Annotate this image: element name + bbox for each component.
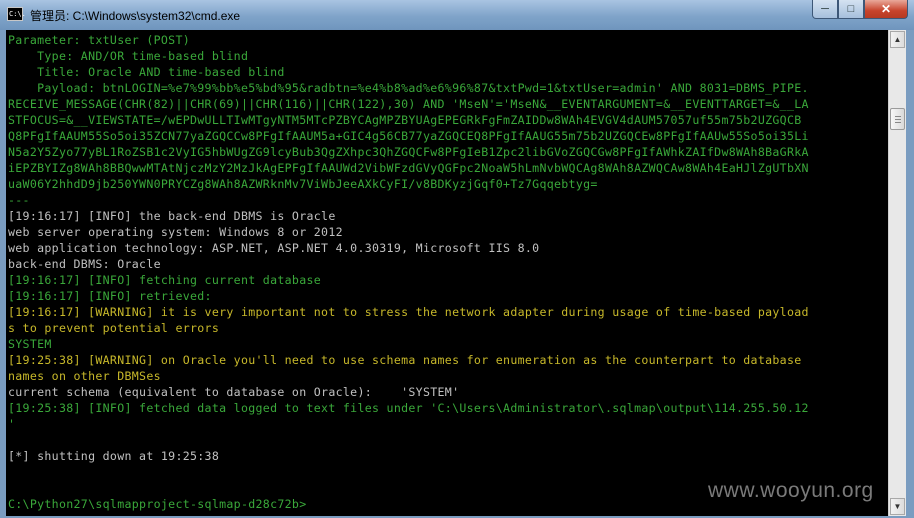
console-line: [19:16:17] [INFO] the back-end DBMS is O…	[8, 209, 336, 223]
console-line: names on other DBMSes	[8, 369, 161, 383]
cmd-window: C:\. 管理员: C:\Windows\system32\cmd.exe ─ …	[0, 0, 914, 518]
window-controls: ─ □ ✕	[812, 0, 908, 20]
title-bar[interactable]: C:\. 管理员: C:\Windows\system32\cmd.exe ─ …	[0, 0, 914, 30]
maximize-button[interactable]: □	[838, 0, 864, 19]
console-line: [19:25:38] [INFO] fetched data logged to…	[8, 401, 809, 415]
console-line: ---	[8, 193, 30, 207]
console-line: [19:16:17] [INFO] fetching current datab…	[8, 273, 322, 287]
console-line: current schema (equivalent to database o…	[8, 385, 460, 399]
minimize-button[interactable]: ─	[812, 0, 838, 19]
watermark: www.wooyun.org	[708, 479, 874, 502]
vertical-scrollbar[interactable]: ▲ ▼	[888, 30, 906, 516]
scrollbar-thumb[interactable]	[890, 108, 905, 130]
console-line: Title: Oracle AND time-based blind	[8, 65, 285, 79]
console-line: [*] shutting down at 19:25:38	[8, 449, 220, 463]
console-line: STFOCUS=&__VIEWSTATE=/wEPDwULLTIwMTgyNTM…	[8, 113, 802, 127]
console-line: [19:25:38] [WARNING] on Oracle you'll ne…	[8, 353, 802, 367]
console-line: Parameter: txtUser (POST)	[8, 33, 191, 47]
console-line: uaW06Y2hhdD9jb250YWN0PRYCZg8WAh8AZWRknMv…	[8, 177, 598, 191]
close-button[interactable]: ✕	[864, 0, 908, 19]
window-frame-edge	[906, 30, 914, 518]
console-line: SYSTEM	[8, 337, 52, 351]
cmd-app-icon[interactable]: C:\.	[7, 7, 26, 21]
grip-line	[895, 119, 901, 120]
console-line: s to prevent potential errors	[8, 321, 220, 335]
console-line: iEPZBYIZg8WAh8BBQwwMTAtNjczMzY2MzJkAgEPF…	[8, 161, 809, 175]
console-line: '	[8, 417, 16, 431]
console-line: [19:16:17] [WARNING] it is very importan…	[8, 305, 809, 319]
console-line: RECEIVE_MESSAGE(CHR(82)||CHR(69)||CHR(11…	[8, 97, 809, 111]
console-output[interactable]: Parameter: txtUser (POST) Type: AND/OR t…	[6, 30, 888, 516]
console-line: Q8PFgIfAAUM55So5oi35ZCN77yaZGQCCw8PFgIfA…	[8, 129, 809, 143]
console-line: Payload: btnLOGIN=%e7%99%bb%e5%bd%95&rad…	[8, 81, 809, 95]
console-line: Type: AND/OR time-based blind	[8, 49, 249, 63]
console-line: back-end DBMS: Oracle	[8, 257, 161, 271]
console-lines: Parameter: txtUser (POST) Type: AND/OR t…	[8, 32, 809, 512]
grip-line	[895, 122, 901, 123]
window-title: 管理员: C:\Windows\system32\cmd.exe	[30, 9, 241, 23]
console-line: C:\Python27\sqlmapproject-sqlmap-d28c72b…	[8, 497, 307, 511]
console-line: web server operating system: Windows 8 o…	[8, 225, 343, 239]
console-line: [19:16:17] [INFO] retrieved:	[8, 289, 212, 303]
console-line: N5a2Y5Zyo77yBL1RoZSB1c2VyIG5hbWUgZG9lcyB…	[8, 145, 809, 159]
grip-line	[895, 116, 901, 117]
scroll-down-arrow-icon[interactable]: ▼	[890, 498, 905, 515]
console-line: web application technology: ASP.NET, ASP…	[8, 241, 540, 255]
scroll-up-arrow-icon[interactable]: ▲	[890, 31, 905, 48]
